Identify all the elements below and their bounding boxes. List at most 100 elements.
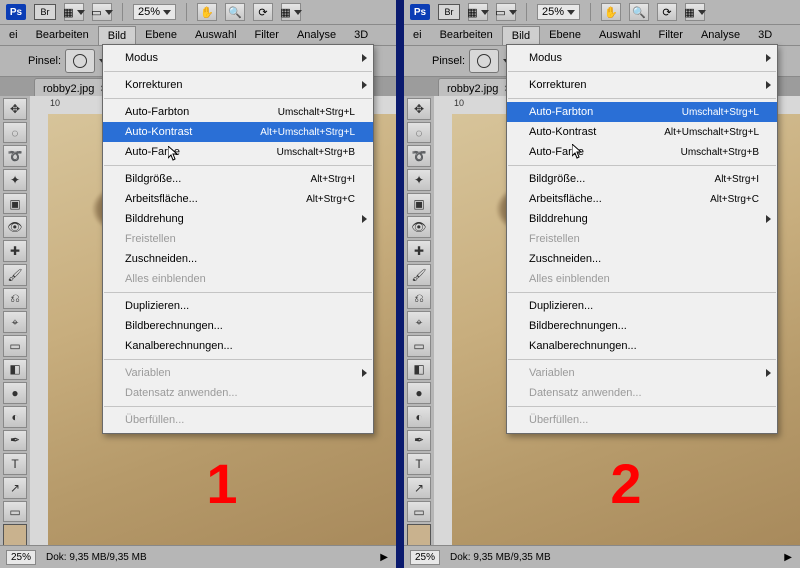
tool-lasso[interactable]: ➰ [407, 145, 431, 167]
menu-auswahl[interactable]: Auswahl [590, 25, 650, 45]
zoom-tool-shortcut[interactable]: 🔍 [225, 3, 245, 21]
menuitem-duplizieren[interactable]: Duplizieren... [507, 296, 777, 316]
tool-heal[interactable]: ✚ [407, 240, 431, 262]
foreground-swatch[interactable] [3, 524, 27, 546]
menuitem-duplizieren[interactable]: Duplizieren... [103, 296, 373, 316]
tool-erase[interactable]: ▭ [3, 335, 27, 357]
tool-eye[interactable]: 👁 [407, 216, 431, 238]
tool-marq[interactable]: ◌ [407, 122, 431, 144]
zoom-tool-shortcut[interactable]: 🔍 [629, 3, 649, 21]
tool-path[interactable]: ↗ [407, 477, 431, 499]
menuitem-auto-farbton[interactable]: Auto-FarbtonUmschalt+Strg+L [507, 102, 777, 122]
tool-blur[interactable]: ● [407, 382, 431, 404]
menuitem-bildberech[interactable]: Bildberechnungen... [103, 316, 373, 336]
menuitem-auto-farbe[interactable]: Auto-FarbeUmschalt+Strg+B [103, 142, 373, 162]
tool-wand[interactable]: ✦ [3, 169, 27, 191]
menu-3d[interactable]: 3D [749, 25, 781, 45]
bridge-badge[interactable]: Br [438, 4, 460, 20]
tool-hist[interactable]: ⌖ [407, 311, 431, 333]
tool-heal[interactable]: ✚ [3, 240, 27, 262]
tool-palette[interactable]: ✥◌➰✦▣👁✚🖌⎌⌖▭◧●◐✒T↗▭ [0, 96, 31, 546]
tool-brush[interactable]: 🖌 [3, 264, 27, 286]
menuitem-auto-kontrast[interactable]: Auto-KontrastAlt+Umschalt+Strg+L [507, 122, 777, 142]
foreground-swatch[interactable] [407, 524, 431, 546]
tool-move[interactable]: ✥ [407, 98, 431, 120]
menu-filter[interactable]: Filter [246, 25, 288, 45]
rotate-view-shortcut[interactable]: ⟳ [253, 3, 273, 21]
menuitem-korrekturen[interactable]: Korrekturen [507, 75, 777, 95]
tool-pen[interactable]: ✒ [3, 430, 27, 452]
screen-mode-button[interactable]: ▭ [92, 3, 112, 21]
status-zoom[interactable]: 25% [410, 550, 440, 565]
menuitem-auto-farbe[interactable]: Auto-FarbeUmschalt+Strg+B [507, 142, 777, 162]
menuitem-bilddrehung[interactable]: Bilddrehung [507, 209, 777, 229]
menuitem-arbeitsflaeche[interactable]: Arbeitsfläche...Alt+Strg+C [507, 189, 777, 209]
status-zoom[interactable]: 25% [6, 550, 36, 565]
layout-menu-button[interactable]: ▦ [64, 3, 84, 21]
menu-bild[interactable]: Bild [502, 26, 540, 45]
tool-blur[interactable]: ● [3, 382, 27, 404]
menu-bild[interactable]: Bild [98, 26, 136, 45]
menu-ebene[interactable]: Ebene [136, 25, 186, 45]
tool-wand[interactable]: ✦ [407, 169, 431, 191]
tool-hist[interactable]: ⌖ [3, 311, 27, 333]
layout-menu-button[interactable]: ▦ [468, 3, 488, 21]
tool-dodge[interactable]: ◐ [407, 406, 431, 428]
tool-stamp[interactable]: ⎌ [3, 288, 27, 310]
zoom-combo[interactable]: 25% [133, 4, 176, 20]
tool-pen[interactable]: ✒ [407, 430, 431, 452]
brush-preset-picker[interactable] [65, 49, 95, 73]
menuitem-bilddrehung[interactable]: Bilddrehung [103, 209, 373, 229]
menuitem-zuschneiden[interactable]: Zuschneiden... [103, 249, 373, 269]
tool-marq[interactable]: ◌ [3, 122, 27, 144]
menu-filter[interactable]: Filter [650, 25, 692, 45]
menuitem-bildgroesse[interactable]: Bildgröße...Alt+Strg+I [507, 169, 777, 189]
menuitem-kanalberech[interactable]: Kanalberechnungen... [507, 336, 777, 356]
arrange-docs-button[interactable]: ▦ [281, 3, 301, 21]
menuitem-modus[interactable]: Modus [103, 48, 373, 68]
menu-ebene[interactable]: Ebene [540, 25, 590, 45]
zoom-combo[interactable]: 25% [537, 4, 580, 20]
menuitem-kanalberech[interactable]: Kanalberechnungen... [103, 336, 373, 356]
rotate-view-shortcut[interactable]: ⟳ [657, 3, 677, 21]
menuitem-bildberech[interactable]: Bildberechnungen... [507, 316, 777, 336]
menu-bild-dropdown[interactable]: Modus Korrekturen Auto-FarbtonUmschalt+Str… [506, 44, 778, 434]
tool-grad[interactable]: ◧ [407, 359, 431, 381]
menu-auswahl[interactable]: Auswahl [186, 25, 246, 45]
tool-stamp[interactable]: ⎌ [407, 288, 431, 310]
menuitem-modus[interactable]: Modus [507, 48, 777, 68]
tool-eye[interactable]: 👁 [3, 216, 27, 238]
menubar[interactable]: eiBearbeitenBildEbeneAuswahlFilterAnalys… [0, 25, 396, 46]
screen-mode-button[interactable]: ▭ [496, 3, 516, 21]
hand-tool-shortcut[interactable]: ✋ [197, 3, 217, 21]
tool-lasso[interactable]: ➰ [3, 145, 27, 167]
menuitem-auto-kontrast[interactable]: Auto-KontrastAlt+Umschalt+Strg+L [103, 122, 373, 142]
tool-dodge[interactable]: ◐ [3, 406, 27, 428]
menuitem-korrekturen[interactable]: Korrekturen [103, 75, 373, 95]
menu-bearbeiten[interactable]: Bearbeiten [431, 25, 502, 45]
tool-palette[interactable]: ✥◌➰✦▣👁✚🖌⎌⌖▭◧●◐✒T↗▭ [404, 96, 435, 546]
menu-analyse[interactable]: Analyse [288, 25, 345, 45]
tool-brush[interactable]: 🖌 [407, 264, 431, 286]
hand-tool-shortcut[interactable]: ✋ [601, 3, 621, 21]
brush-preset-picker[interactable] [469, 49, 499, 73]
menu-3d[interactable]: 3D [345, 25, 377, 45]
tool-grad[interactable]: ◧ [3, 359, 27, 381]
menubar[interactable]: eiBearbeitenBildEbeneAuswahlFilterAnalys… [404, 25, 800, 46]
tool-type[interactable]: T [407, 453, 431, 475]
menuitem-zuschneiden[interactable]: Zuschneiden... [507, 249, 777, 269]
tool-shape[interactable]: ▭ [407, 501, 431, 523]
tool-crop[interactable]: ▣ [407, 193, 431, 215]
menuitem-auto-farbton[interactable]: Auto-FarbtonUmschalt+Strg+L [103, 102, 373, 122]
tool-type[interactable]: T [3, 453, 27, 475]
menuitem-bildgroesse[interactable]: Bildgröße...Alt+Strg+I [103, 169, 373, 189]
tool-move[interactable]: ✥ [3, 98, 27, 120]
menu-analyse[interactable]: Analyse [692, 25, 749, 45]
tool-path[interactable]: ↗ [3, 477, 27, 499]
menu-ei[interactable]: ei [404, 25, 431, 45]
menuitem-arbeitsflaeche[interactable]: Arbeitsfläche...Alt+Strg+C [103, 189, 373, 209]
menu-bearbeiten[interactable]: Bearbeiten [27, 25, 98, 45]
bridge-badge[interactable]: Br [34, 4, 56, 20]
tool-crop[interactable]: ▣ [3, 193, 27, 215]
arrange-docs-button[interactable]: ▦ [685, 3, 705, 21]
